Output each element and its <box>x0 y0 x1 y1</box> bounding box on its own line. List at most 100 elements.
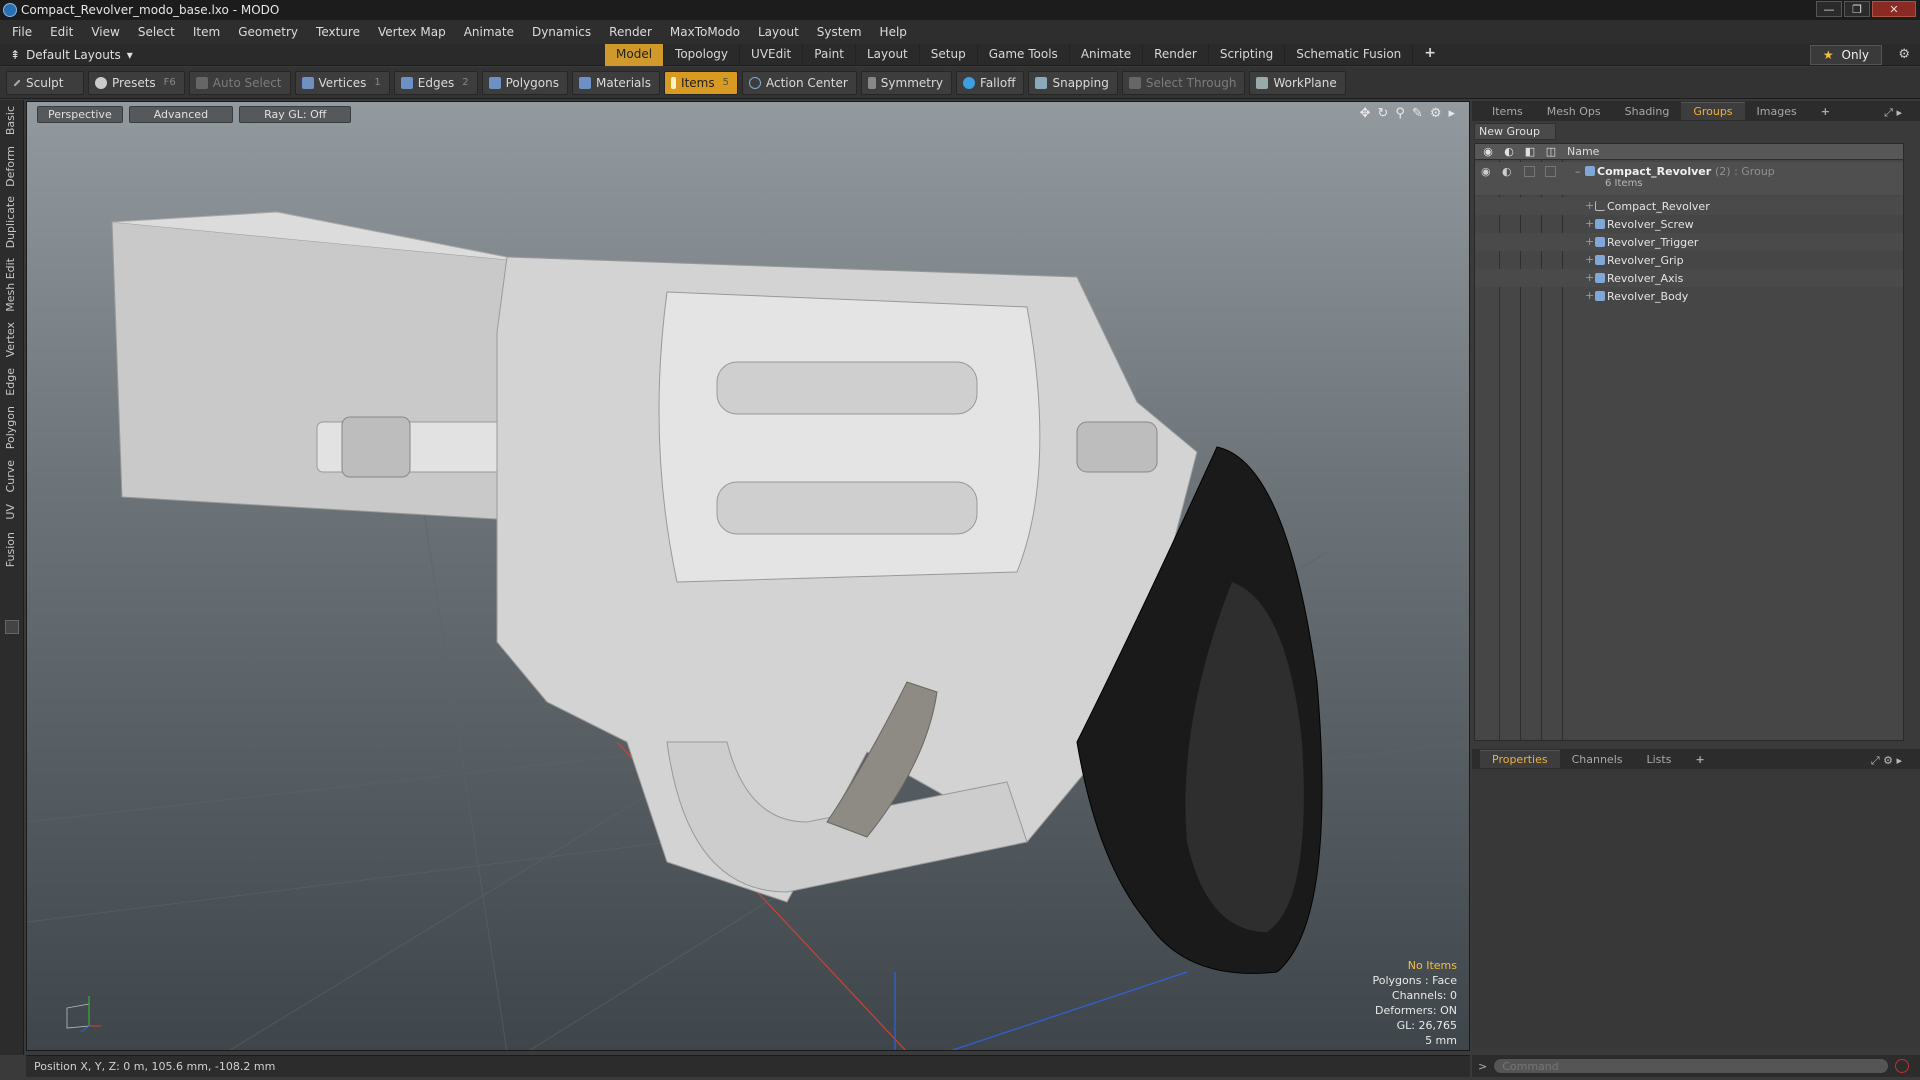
tab-paint[interactable]: Paint <box>803 44 856 66</box>
items-button[interactable]: Items 5 <box>664 70 738 95</box>
brush-view-icon[interactable]: ✎ <box>1412 106 1423 121</box>
rotate-icon[interactable]: ↻ <box>1377 106 1388 121</box>
tab-items[interactable]: Items <box>1480 103 1535 120</box>
vertices-button[interactable]: Vertices 1 <box>294 70 390 95</box>
clear-command-icon[interactable] <box>1895 1059 1910 1073</box>
menu-view[interactable]: View <box>91 25 119 39</box>
menu-geometry[interactable]: Geometry <box>238 25 298 39</box>
tab-model[interactable]: Model <box>605 44 665 66</box>
list-item[interactable]: + Revolver_Grip <box>1475 251 1903 269</box>
auto-select-button[interactable]: Auto Select <box>188 70 291 95</box>
zoom-icon[interactable]: ⚲ <box>1395 106 1405 121</box>
raygl-toggle[interactable]: Ray GL: Off <box>239 106 352 123</box>
eye-icon[interactable]: ◉ <box>1481 165 1491 178</box>
list-item[interactable]: + Revolver_Body <box>1475 287 1903 305</box>
sculpt-button[interactable]: Sculpt <box>6 70 84 95</box>
tab-channels[interactable]: Channels <box>1560 751 1635 768</box>
tab-schematic-fusion[interactable]: Schematic Fusion <box>1285 44 1414 66</box>
menu-render[interactable]: Render <box>609 25 652 39</box>
action-center-button[interactable]: Action Center <box>742 70 857 95</box>
menu-texture[interactable]: Texture <box>316 25 360 39</box>
gear-icon[interactable]: ⚙ <box>1898 47 1910 62</box>
name-column-header[interactable]: Name <box>1565 145 1599 158</box>
viewport-gear-icon[interactable]: ⚙ <box>1430 106 1442 121</box>
expand-icon[interactable]: + <box>1585 253 1594 266</box>
menu-vertex-map[interactable]: Vertex Map <box>378 25 446 39</box>
tab-polygon[interactable]: Polygon <box>4 406 17 449</box>
expand-icon[interactable]: + <box>1585 217 1594 230</box>
close-button[interactable]: ✕ <box>1872 1 1916 17</box>
symmetry-button[interactable]: Symmetry <box>860 70 953 95</box>
menu-animate[interactable]: Animate <box>464 25 514 39</box>
viewport-expand-icon[interactable]: ▸ <box>1448 106 1455 121</box>
props-panel-controls-icon[interactable]: ⤢ ⚙ ▸ <box>1859 752 1914 770</box>
tab-images[interactable]: Images <box>1745 103 1809 120</box>
menu-file[interactable]: File <box>12 25 32 39</box>
workplane-button[interactable]: WorkPlane <box>1249 70 1346 95</box>
snapping-button[interactable]: Snapping <box>1028 70 1118 95</box>
expand-icon[interactable]: + <box>1585 199 1594 212</box>
tab-shading[interactable]: Shading <box>1613 103 1682 120</box>
render-icon[interactable]: ◐ <box>1502 165 1512 178</box>
tab-properties[interactable]: Properties <box>1480 750 1560 768</box>
list-item[interactable]: + Revolver_Screw <box>1475 215 1903 233</box>
tab-mesh-ops[interactable]: Mesh Ops <box>1535 103 1613 120</box>
menu-dynamics[interactable]: Dynamics <box>532 25 591 39</box>
list-item[interactable]: + Revolver_Trigger <box>1475 233 1903 251</box>
tab-topology[interactable]: Topology <box>664 44 741 66</box>
tab-setup[interactable]: Setup <box>920 44 978 66</box>
group-row[interactable]: ◉ ◐ – Compact_Revolver (2) : Group 6 Ite… <box>1475 162 1903 195</box>
tab-scripting[interactable]: Scripting <box>1209 44 1286 66</box>
tab-lists[interactable]: Lists <box>1635 751 1684 768</box>
menu-maxtomodo[interactable]: MaxToModo <box>670 25 740 39</box>
materials-button[interactable]: Materials <box>571 70 660 95</box>
lock-column-icon[interactable]: ◧ <box>1523 145 1537 158</box>
pan-icon[interactable]: ✥ <box>1360 106 1371 121</box>
collapse-icon[interactable]: – <box>1575 165 1581 178</box>
left-panel-toggle[interactable] <box>5 620 19 634</box>
3d-viewport[interactable]: Perspective Advanced Ray GL: Off ✥ ↻ ⚲ ✎… <box>26 101 1470 1051</box>
tab-animate[interactable]: Animate <box>1070 44 1144 66</box>
tab-uvedit[interactable]: UVEdit <box>740 44 804 66</box>
tab-fusion[interactable]: Fusion <box>4 532 17 567</box>
menu-edit[interactable]: Edit <box>50 25 73 39</box>
add-tab-button[interactable]: + <box>1413 44 1447 66</box>
tab-groups[interactable]: Groups <box>1681 102 1745 120</box>
tab-vertex[interactable]: Vertex <box>4 322 17 357</box>
tab-uv[interactable]: UV <box>4 504 17 520</box>
default-layouts-dropdown[interactable]: ⇞ Default Layouts ▾ <box>10 48 133 62</box>
expand-icon[interactable]: + <box>1585 271 1594 284</box>
render-column-icon[interactable]: ◐ <box>1502 145 1516 158</box>
tab-basic[interactable]: Basic <box>4 106 17 135</box>
list-item[interactable]: + Revolver_Axis <box>1475 269 1903 287</box>
select-column-icon[interactable]: ◫ <box>1544 145 1558 158</box>
tab-duplicate[interactable]: Duplicate <box>4 196 17 248</box>
view-mode-dropdown[interactable]: Perspective <box>37 106 123 123</box>
expand-icon[interactable]: + <box>1585 289 1594 302</box>
tab-mesh-edit[interactable]: Mesh Edit <box>4 258 17 312</box>
tab-layout[interactable]: Layout <box>856 44 920 66</box>
command-input[interactable] <box>1493 1058 1890 1074</box>
list-item[interactable]: + Compact_Revolver <box>1475 197 1903 215</box>
menu-layout[interactable]: Layout <box>758 25 799 39</box>
presets-button[interactable]: Presets F6 <box>88 70 185 95</box>
new-group-button[interactable]: New Group <box>1474 123 1556 140</box>
select-through-button[interactable]: Select Through <box>1121 70 1246 95</box>
add-panel-tab-button[interactable]: + <box>1809 103 1842 120</box>
tab-edge[interactable]: Edge <box>4 368 17 396</box>
maximize-button[interactable]: ❐ <box>1844 1 1870 17</box>
layout-collapse-icon[interactable]: ⇞ <box>10 48 20 62</box>
tab-render[interactable]: Render <box>1143 44 1209 66</box>
visibility-column-icon[interactable]: ◉ <box>1481 145 1495 158</box>
panel-expand-icon[interactable]: ⤢ ▸ <box>1872 104 1914 122</box>
polygons-button[interactable]: Polygons <box>481 70 568 95</box>
menu-item[interactable]: Item <box>193 25 220 39</box>
tab-game-tools[interactable]: Game Tools <box>978 44 1070 66</box>
select-checkbox[interactable] <box>1545 166 1556 177</box>
menu-select[interactable]: Select <box>138 25 175 39</box>
expand-icon[interactable]: + <box>1585 235 1594 248</box>
menu-help[interactable]: Help <box>880 25 907 39</box>
lock-checkbox[interactable] <box>1524 166 1535 177</box>
shading-mode-dropdown[interactable]: Advanced <box>128 106 234 123</box>
add-props-tab-button[interactable]: + <box>1683 751 1716 768</box>
